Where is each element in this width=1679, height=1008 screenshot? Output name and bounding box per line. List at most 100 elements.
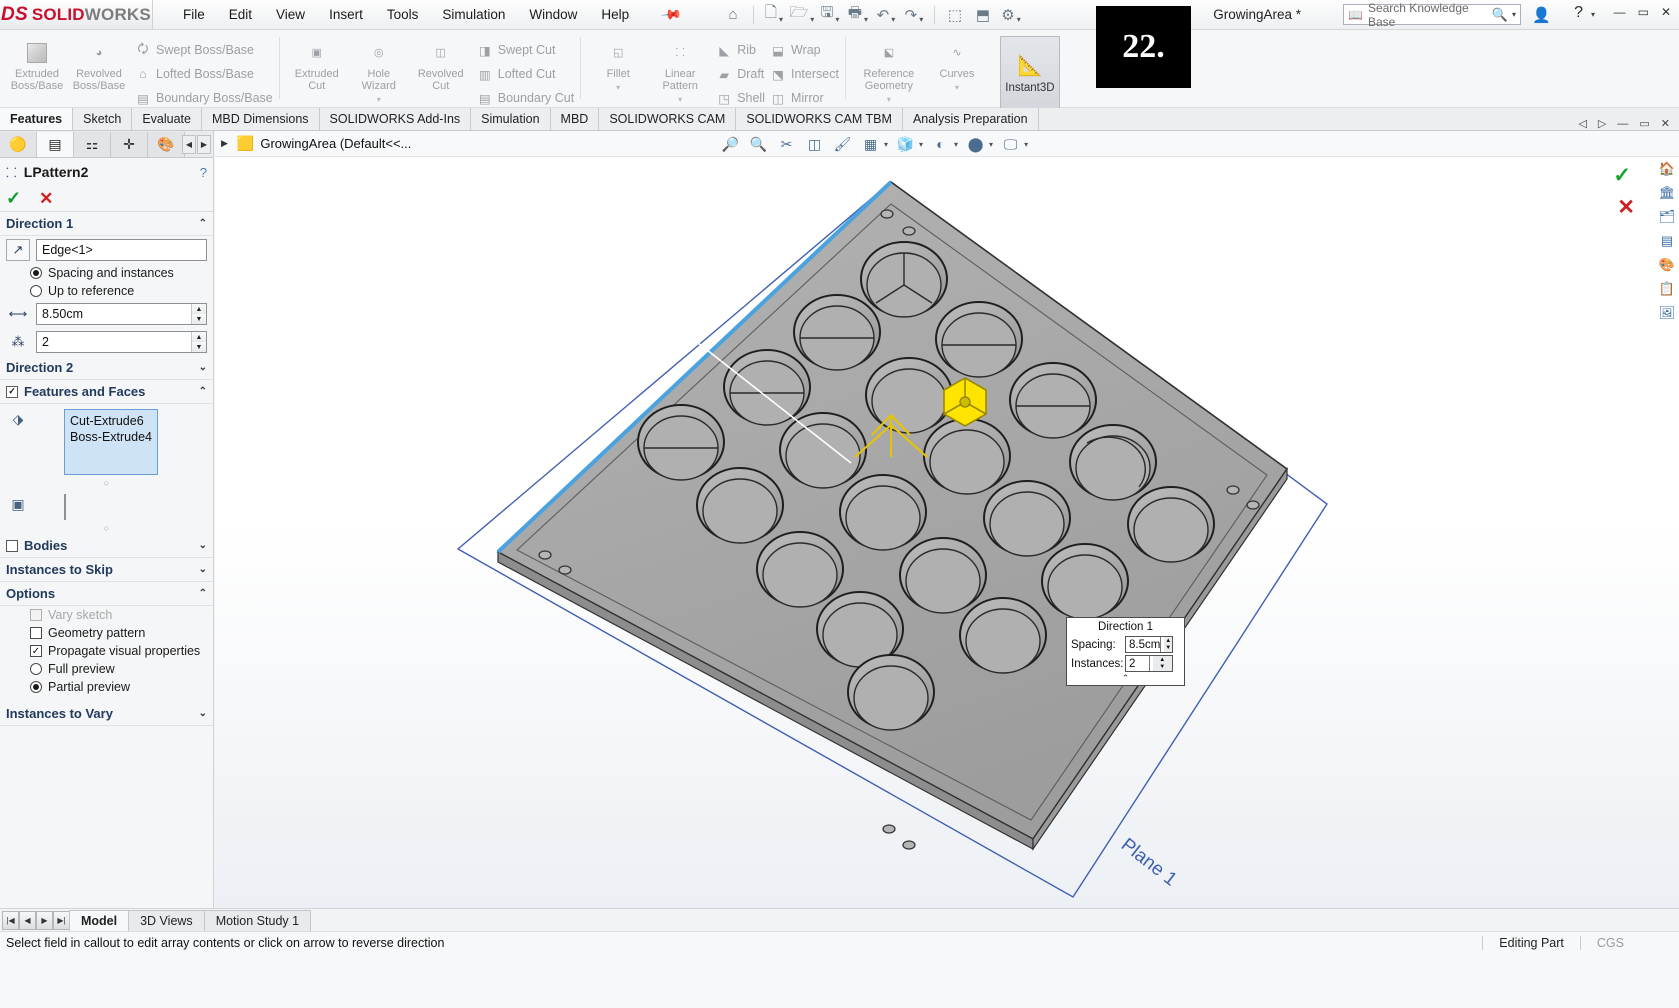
design-library-icon[interactable]: 🏛: [1655, 181, 1679, 205]
callout-collapse-icon[interactable]: ⌃: [1067, 673, 1184, 685]
chevron-down-icon[interactable]: ▾: [678, 94, 682, 106]
scroll-left-icon[interactable]: ◀: [182, 135, 196, 154]
green-check-confirm-icon[interactable]: ✓: [1613, 163, 1631, 188]
settings-icon[interactable]: ⚙ ▾: [998, 3, 1024, 27]
close-button[interactable]: ✕: [1661, 5, 1671, 19]
tab-solidworks-cam[interactable]: SOLIDWORKS CAM: [599, 108, 737, 130]
callout-instances-field[interactable]: 2 ▲ ▼: [1125, 655, 1173, 672]
rib-button[interactable]: ◣ Rib: [711, 38, 765, 62]
boundary-boss-base-button[interactable]: ▤ Boundary Boss/Base: [130, 86, 273, 110]
callout-spacing-spinner[interactable]: ▲ ▼: [1160, 637, 1172, 652]
chevron-down-icon[interactable]: ▾: [377, 94, 381, 106]
shell-button[interactable]: ◳ Shell: [711, 86, 765, 110]
menu-tools[interactable]: Tools: [375, 3, 431, 26]
red-x-confirm-icon[interactable]: ✕: [1617, 195, 1635, 220]
option-full-preview[interactable]: Full preview: [0, 660, 213, 678]
help-icon[interactable]: ?: [200, 165, 207, 180]
expand-triangle-icon[interactable]: ▶: [221, 138, 228, 149]
extruded-boss-base-button[interactable]: Extruded Boss/Base: [6, 34, 68, 92]
swept-boss-base-button[interactable]: 🗘 Swept Boss/Base: [130, 38, 273, 62]
instances-spinner[interactable]: ▲ ▼: [191, 332, 206, 352]
checkbox-indicator[interactable]: [30, 627, 42, 639]
chevron-down-icon[interactable]: ▾: [1591, 10, 1595, 19]
tab-sketch[interactable]: Sketch: [73, 108, 133, 130]
custom-properties-icon[interactable]: 📋: [1655, 277, 1679, 301]
solidworks-logo[interactable]: DS SOLID WORKS: [0, 0, 153, 29]
radio-up-to-reference[interactable]: Up to reference: [0, 282, 213, 300]
view-palette-icon[interactable]: ▤: [1655, 229, 1679, 253]
new-doc-icon[interactable]: 🗋 ▾: [761, 3, 787, 27]
collapse-left-icon[interactable]: ◁: [1578, 117, 1586, 130]
tab-mbd-dimensions[interactable]: MBD Dimensions: [201, 108, 320, 130]
lofted-boss-base-button[interactable]: ⌂ Lofted Boss/Base: [130, 62, 273, 86]
direction-arrow-icon[interactable]: ↗: [6, 239, 30, 261]
accept-ok-button[interactable]: ✓: [6, 188, 21, 209]
chevron-up-icon[interactable]: ⌃: [199, 218, 207, 229]
undo-icon[interactable]: ↶ ▾: [873, 3, 899, 27]
chevron-down-icon[interactable]: ▾: [989, 140, 993, 149]
direction-1-edge-field[interactable]: Edge<1>: [36, 239, 207, 261]
hole-wizard-button[interactable]: ◎ Hole Wizard ▾: [348, 34, 410, 106]
instant3d-toggle-button[interactable]: 📐 Instant3D: [999, 36, 1060, 110]
apply-scene-icon[interactable]: ◐: [928, 132, 953, 156]
print-icon[interactable]: 🖶 ▾: [845, 3, 871, 27]
cancel-x-button[interactable]: ✕: [39, 189, 53, 209]
resize-handle[interactable]: ○: [0, 478, 213, 489]
swept-cut-button[interactable]: ◨ Swept Cut: [472, 38, 574, 62]
section-checkbox[interactable]: [6, 539, 18, 552]
radio-spacing-and-instances[interactable]: Spacing and instances: [0, 264, 213, 282]
menu-file[interactable]: File: [171, 3, 217, 26]
zoom-to-fit-icon[interactable]: 🔎: [718, 132, 743, 156]
restore-icon[interactable]: ▭: [1639, 117, 1649, 130]
save-icon[interactable]: 🖫 ▾: [817, 3, 843, 27]
extruded-cut-button[interactable]: ▣ Extruded Cut: [286, 34, 348, 92]
spin-down-icon[interactable]: ▼: [192, 342, 206, 352]
redo-icon[interactable]: ↷ ▾: [901, 3, 927, 27]
tab-simulation[interactable]: Simulation: [471, 108, 551, 130]
bottom-tab-model[interactable]: Model: [69, 909, 130, 931]
instances-stepper[interactable]: 2 ▲ ▼: [36, 331, 207, 353]
home-icon[interactable]: ⌂: [720, 3, 746, 27]
list-item[interactable]: Boss-Extrude4: [70, 429, 152, 445]
tab-analysis-preparation[interactable]: Analysis Preparation: [902, 108, 1039, 130]
menu-simulation[interactable]: Simulation: [430, 3, 517, 26]
graphics-viewport[interactable]: Plane 1 Direction 1 Spacing: 8.5cm ▲ ▼ In…: [215, 157, 1679, 973]
resize-handle[interactable]: ○: [0, 523, 213, 534]
revolved-cut-button[interactable]: ◫ Revolved Cut: [410, 34, 472, 92]
search-icon[interactable]: 🔍: [1492, 7, 1508, 23]
callout-spacing-field[interactable]: 8.5cm ▲ ▼: [1125, 636, 1173, 653]
spin-up-icon[interactable]: ▲: [192, 304, 206, 314]
chevron-down-icon[interactable]: ▾: [887, 94, 891, 106]
option-partial-preview[interactable]: Partial preview: [0, 678, 213, 696]
menu-edit[interactable]: Edit: [217, 3, 264, 26]
menu-help[interactable]: Help: [589, 3, 641, 26]
direction-1-callout[interactable]: Direction 1 Spacing: 8.5cm ▲ ▼ Instances:…: [1066, 617, 1185, 686]
tab-solidworks-cam-tbm[interactable]: SOLIDWORKS CAM TBM: [736, 108, 903, 130]
tab-features[interactable]: Features: [0, 108, 74, 130]
fillet-button[interactable]: ◱ Fillet ▾: [587, 34, 649, 94]
chevron-down-icon[interactable]: ▾: [919, 140, 923, 149]
measure-icon[interactable]: ⬒: [970, 3, 996, 27]
chevron-down-icon[interactable]: ⌄: [199, 540, 207, 551]
status-units[interactable]: CGS: [1579, 936, 1640, 950]
bottom-tab-3d-views[interactable]: 3D Views: [128, 909, 205, 931]
zoom-to-area-icon[interactable]: 🔍: [746, 132, 771, 156]
section-instances-to-vary[interactable]: Instances to Vary ⌄: [0, 702, 213, 726]
hide-show-items-icon[interactable]: 🧊: [893, 132, 918, 156]
menu-view[interactable]: View: [264, 3, 317, 26]
edit-appearance-icon[interactable]: 🖌: [830, 132, 855, 156]
faces-list[interactable]: [64, 494, 66, 520]
menu-insert[interactable]: Insert: [317, 3, 375, 26]
display-manager-tab[interactable]: 🎨: [148, 132, 185, 157]
revolved-boss-base-button[interactable]: ◕ Revolved Boss/Base: [68, 34, 130, 92]
chevron-down-icon[interactable]: ⌄: [199, 708, 207, 719]
chevron-down-icon[interactable]: ▾: [884, 140, 888, 149]
search-knowledge-base-input[interactable]: 📖 Search Knowledge Base 🔍 ▾: [1343, 1, 1521, 29]
chevron-up-icon[interactable]: ⌃: [199, 386, 207, 397]
draft-button[interactable]: ▰ Draft: [711, 62, 765, 86]
minimize-icon[interactable]: —: [1617, 118, 1628, 130]
chevron-down-icon[interactable]: ▾: [954, 140, 958, 149]
lofted-cut-button[interactable]: ▥ Lofted Cut: [472, 62, 574, 86]
appearances-scenes-icon[interactable]: 🎨: [1655, 253, 1679, 277]
chevron-down-icon[interactable]: ▾: [1512, 10, 1516, 19]
